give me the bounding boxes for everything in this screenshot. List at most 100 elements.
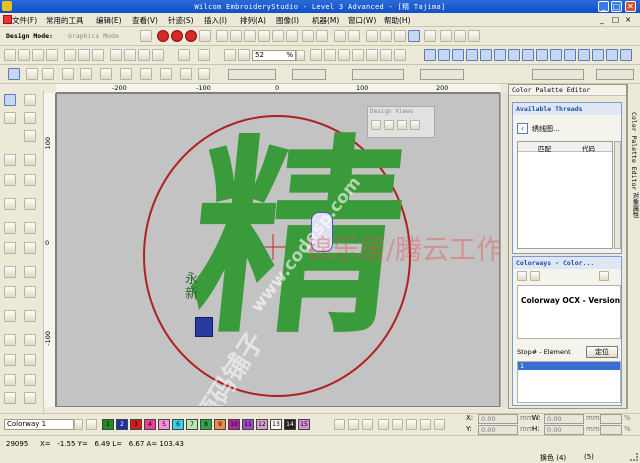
swatch[interactable]: 13 <box>270 419 282 430</box>
tool-icon-12[interactable] <box>302 30 314 42</box>
swatch[interactable]: 8 <box>200 419 212 430</box>
swatch[interactable]: 2 <box>116 419 128 430</box>
cut-icon[interactable] <box>64 49 76 61</box>
lt-icon-15[interactable] <box>4 266 16 278</box>
design-canvas[interactable]: 精 永新 锦乐居/腾云工作室 www.codesp.com 源码铺子 Desig… <box>56 93 500 407</box>
doc-close-button[interactable]: × <box>625 15 631 24</box>
graphics-mode-label[interactable]: Graphics Mode <box>68 32 119 40</box>
prop-field-4[interactable] <box>420 69 464 80</box>
tool-icon-z[interactable] <box>620 49 632 61</box>
bb-icon-2[interactable] <box>348 419 359 430</box>
tool-icon-8[interactable] <box>244 30 256 42</box>
design-views-window[interactable]: Design Views <box>367 106 435 138</box>
swatch[interactable]: 9 <box>214 419 226 430</box>
lt-icon-8[interactable] <box>24 174 36 186</box>
swatch[interactable]: 12 <box>256 419 268 430</box>
cw-icon-1[interactable] <box>517 271 527 281</box>
tool-icon-q[interactable] <box>494 49 506 61</box>
swatch[interactable]: 1 <box>102 419 114 430</box>
checkbox-icon[interactable] <box>380 30 392 42</box>
lt-icon-14[interactable] <box>24 242 36 254</box>
select-arrow-icon[interactable] <box>8 68 20 80</box>
lt-icon-17[interactable] <box>4 286 16 298</box>
lt-icon-23[interactable] <box>4 354 16 366</box>
swatch[interactable]: 10 <box>228 419 240 430</box>
tool-icon-r[interactable] <box>508 49 520 61</box>
lt-icon-12[interactable] <box>24 222 36 234</box>
tool-icon-h[interactable] <box>352 49 364 61</box>
tool-icon-c[interactable] <box>138 49 150 61</box>
lt-icon-19[interactable] <box>4 310 16 322</box>
fill-shape-icon[interactable] <box>157 30 169 42</box>
tool-icon-n[interactable] <box>452 49 464 61</box>
dv-icon-4[interactable] <box>410 120 420 130</box>
lt-icon-27[interactable] <box>4 392 16 404</box>
swatch[interactable]: 11 <box>242 419 254 430</box>
tool-icon-1[interactable] <box>140 30 152 42</box>
bb-icon-1[interactable] <box>334 419 345 430</box>
tool-icon-21[interactable] <box>440 30 452 42</box>
col-code[interactable]: 代码 <box>582 143 595 153</box>
bb-icon-3[interactable] <box>362 419 373 430</box>
menu-common-tools[interactable]: 常用的工具 <box>46 15 84 26</box>
menu-edit[interactable]: 编辑(E) <box>96 15 122 26</box>
scale-w-input[interactable] <box>600 414 622 424</box>
zoom-icon[interactable] <box>224 49 236 61</box>
lt-icon-9[interactable] <box>4 198 16 210</box>
bb-icon-5[interactable] <box>392 419 403 430</box>
lt-icon-3[interactable] <box>24 112 36 124</box>
colorway-dropdown-icon[interactable] <box>74 419 83 430</box>
swatch[interactable]: 6 <box>172 419 184 430</box>
print-icon[interactable] <box>46 49 58 61</box>
bb-icon-8[interactable] <box>434 419 445 430</box>
prop-field-2[interactable] <box>292 69 326 80</box>
close-button[interactable]: ✕ <box>625 1 636 12</box>
doc-restore-button[interactable]: □ <box>612 15 619 24</box>
tool-icon-6[interactable] <box>216 30 228 42</box>
lt-icon-20[interactable] <box>24 310 36 322</box>
menu-arrange[interactable]: 排列(A) <box>240 15 266 26</box>
tool-icon-5[interactable] <box>199 30 211 42</box>
bb-icon-6[interactable] <box>406 419 417 430</box>
tool-icon-16[interactable] <box>366 30 378 42</box>
lt-icon-28[interactable] <box>24 392 36 404</box>
prop-field-5[interactable] <box>532 69 584 80</box>
tool-icon-d[interactable] <box>152 49 164 61</box>
tool-icon-k[interactable] <box>394 49 406 61</box>
tool-icon-p[interactable] <box>480 49 492 61</box>
select-tool-icon[interactable] <box>4 94 16 106</box>
colorway-select[interactable]: Colorway 1 <box>4 419 74 430</box>
tool-icon-22[interactable] <box>454 30 466 42</box>
redo-icon[interactable] <box>198 49 210 61</box>
swatch[interactable]: 15 <box>298 419 310 430</box>
tool-icon-11[interactable] <box>286 30 298 42</box>
thread-table[interactable]: 匹配 代码 <box>517 141 613 249</box>
tool-icon-r3f[interactable] <box>140 68 152 80</box>
tab-object-properties[interactable]: 对象属性 <box>630 192 640 218</box>
menu-view[interactable]: 查看(V) <box>132 15 158 26</box>
zoom-dropdown-icon[interactable] <box>296 50 305 61</box>
tool-icon-13[interactable] <box>316 30 328 42</box>
lt-icon-10[interactable] <box>24 198 36 210</box>
tool-icon-r3g[interactable] <box>160 68 172 80</box>
tool-icon-19[interactable] <box>408 30 420 42</box>
stop-list[interactable]: 1 <box>517 361 621 403</box>
lt-icon-11[interactable] <box>4 222 16 234</box>
tool-icon-r3c[interactable] <box>80 68 92 80</box>
lt-icon-7[interactable] <box>4 174 16 186</box>
prop-field-3[interactable] <box>352 69 404 80</box>
col-match[interactable]: 匹配 <box>538 143 551 153</box>
tool-icon-r3e[interactable] <box>120 68 132 80</box>
lt-icon-26[interactable] <box>24 374 36 386</box>
bb-icon-4[interactable] <box>378 419 389 430</box>
lt-icon-25[interactable] <box>4 374 16 386</box>
menu-machine[interactable]: 机器(M) <box>312 15 339 26</box>
text-tool-icon[interactable] <box>198 68 210 80</box>
menu-file[interactable]: 文件(F) <box>12 15 37 26</box>
prop-field-1[interactable] <box>228 69 276 80</box>
tool-icon-18[interactable] <box>394 30 406 42</box>
document-icon[interactable] <box>3 15 12 24</box>
maximize-button[interactable]: □ <box>611 1 622 12</box>
zoom-out-icon[interactable] <box>238 49 250 61</box>
scale-h-input[interactable] <box>600 425 622 435</box>
